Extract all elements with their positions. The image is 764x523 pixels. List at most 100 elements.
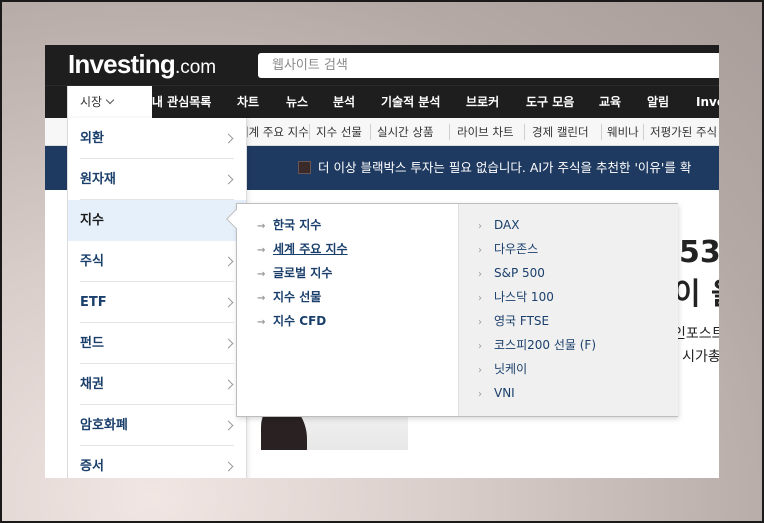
menu-item-label: 펀드: [80, 336, 104, 351]
subnav-divider: [601, 124, 602, 140]
menu-item-funds[interactable]: 펀드: [68, 323, 246, 364]
index-link[interactable]: › DAX: [478, 216, 519, 234]
chevron-right-icon: ›: [478, 293, 482, 304]
blackbox-icon: [298, 161, 311, 174]
menu-item-label: ETF: [80, 295, 107, 310]
subnav-undervalued[interactable]: 저평가된 주식: [650, 118, 717, 146]
index-link-label: 코스피200 선물 (F): [494, 338, 596, 352]
indices-submenu: → 한국 지수 → 세계 주요 지수 → 글로벌 지수 → 지수 선물 → 지수 CFD …: [236, 203, 678, 417]
browser-page: Investing.com 웹사이트 검색 시장 ★ 내 관심목록 차트 뉴스 …: [45, 45, 719, 478]
arrow-right-icon: →: [257, 221, 266, 232]
chevron-right-icon: ›: [478, 365, 482, 376]
subnav-divider: [309, 124, 310, 140]
arrow-right-icon: →: [257, 269, 266, 280]
top-bar: Investing.com 웹사이트 검색: [45, 45, 719, 85]
index-link-label: 나스닥 100: [494, 290, 554, 304]
chevron-right-icon: ›: [478, 245, 482, 256]
article-meta: | 시가총: [673, 349, 719, 365]
index-link-label: 영국 FTSE: [494, 314, 550, 328]
index-link[interactable]: › 닛케이: [478, 360, 527, 378]
subnav-index-futures[interactable]: 지수 선물: [316, 118, 362, 146]
submenu-link-label: 지수 CFD: [273, 314, 327, 328]
menu-item-indices[interactable]: 지수: [68, 200, 246, 241]
chevron-right-icon: [223, 420, 234, 431]
menu-item-crypto[interactable]: 암호화폐: [68, 405, 246, 446]
subnav-divider: [449, 124, 450, 140]
arrow-right-icon: →: [257, 245, 266, 256]
nav-technical[interactable]: 기술적 분석: [381, 86, 440, 119]
site-logo[interactable]: Investing.com: [68, 49, 216, 79]
nav-education[interactable]: 교육: [599, 86, 621, 119]
menu-item-label: 지수: [80, 213, 104, 228]
search-input[interactable]: 웹사이트 검색: [258, 53, 719, 78]
index-link-label: VNI: [494, 386, 515, 400]
article-headline: 이 을: [673, 277, 719, 312]
subnav-webinar[interactable]: 웨비나: [607, 118, 639, 146]
submenu-link-label: 한국 지수: [273, 218, 322, 232]
nav-charts[interactable]: 차트: [237, 86, 259, 119]
logo-brand: Investing: [68, 49, 176, 79]
chevron-right-icon: [223, 461, 234, 472]
nav-alerts[interactable]: 알림: [647, 86, 669, 119]
subnav-world-indices[interactable]: 세계 주요 지수: [238, 118, 309, 146]
chevron-right-icon: [223, 174, 234, 185]
index-link-label: S&P 500: [494, 266, 545, 280]
article-byline: 인포스트: [673, 326, 719, 342]
subnav-live-commodities[interactable]: 실시간 상품: [377, 118, 434, 146]
article-headline-number: 53: [679, 235, 719, 270]
menu-item-label: 외환: [80, 131, 104, 146]
subnav-divider: [370, 124, 371, 140]
subnav-economic-calendar[interactable]: 경제 캘린더: [532, 118, 589, 146]
menu-item-label: 채권: [80, 377, 104, 392]
index-link[interactable]: › 영국 FTSE: [478, 312, 549, 330]
submenu-link[interactable]: → 글로벌 지수: [257, 264, 332, 282]
menu-item-label: 증서: [80, 459, 104, 474]
main-nav: 시장 ★ 내 관심목록 차트 뉴스 분석 기술적 분석 브로커 도구 모음 교육…: [45, 85, 719, 119]
menu-item-etf[interactable]: ETF: [68, 282, 246, 323]
nav-tools[interactable]: 도구 모음: [526, 86, 574, 119]
chevron-right-icon: ›: [478, 341, 482, 352]
markets-dropdown-menu: 외환 원자재 지수 주식 ETF 펀드 채권 암호화폐 증서: [67, 118, 247, 478]
menu-item-stocks[interactable]: 주식: [68, 241, 246, 282]
index-link-label: 다우존스: [494, 242, 539, 256]
chevron-right-icon: ›: [478, 221, 482, 232]
submenu-link-label: 지수 선물: [273, 290, 322, 304]
subnav-divider: [524, 124, 525, 140]
banner-text: 더 이상 블랙박스 투자는 필요 없습니다. AI가 주식을 추천한 '이유'를…: [318, 160, 692, 175]
menu-item-label: 주식: [80, 254, 104, 269]
submenu-link[interactable]: → 지수 CFD: [257, 312, 326, 330]
submenu-link-label: 세계 주요 지수: [273, 242, 348, 256]
index-link-label: 닛케이: [494, 362, 528, 376]
nav-analysis[interactable]: 분석: [333, 86, 355, 119]
submenu-link-label: 글로벌 지수: [273, 266, 333, 280]
chevron-right-icon: [223, 379, 234, 390]
nav-watchlist[interactable]: ★ 내 관심목록: [137, 86, 211, 119]
index-link[interactable]: › S&P 500: [478, 264, 545, 282]
submenu-link[interactable]: → 지수 선물: [257, 288, 321, 306]
nav-brokers[interactable]: 브로커: [466, 86, 499, 119]
submenu-link[interactable]: → 한국 지수: [257, 216, 321, 234]
submenu-link[interactable]: → 세계 주요 지수: [257, 240, 348, 258]
index-link[interactable]: › 다우존스: [478, 240, 538, 258]
menu-item-commodities[interactable]: 원자재: [68, 159, 246, 200]
menu-item-label: 암호화폐: [80, 418, 128, 433]
menu-item-label: 원자재: [80, 172, 116, 187]
chevron-right-icon: ›: [478, 389, 482, 400]
nav-news[interactable]: 뉴스: [286, 86, 308, 119]
logo-tld: .com: [174, 57, 217, 78]
chevron-right-icon: [223, 297, 234, 308]
nav-market-label: 시장: [80, 95, 103, 109]
subnav-live-charts[interactable]: 라이브 차트: [457, 118, 514, 146]
index-link[interactable]: › 코스피200 선물 (F): [478, 336, 596, 354]
subnav-divider: [643, 124, 644, 140]
nav-more[interactable]: Inve: [696, 86, 719, 119]
arrow-right-icon: →: [257, 293, 266, 304]
index-link[interactable]: › 나스닥 100: [478, 288, 554, 306]
chevron-right-icon: [223, 338, 234, 349]
menu-item-certificates[interactable]: 증서: [68, 446, 246, 478]
index-link[interactable]: › VNI: [478, 384, 515, 402]
menu-item-forex[interactable]: 외환: [68, 118, 246, 159]
menu-item-bonds[interactable]: 채권: [68, 364, 246, 405]
chevron-down-icon: [105, 95, 115, 105]
arrow-right-icon: →: [257, 317, 266, 328]
